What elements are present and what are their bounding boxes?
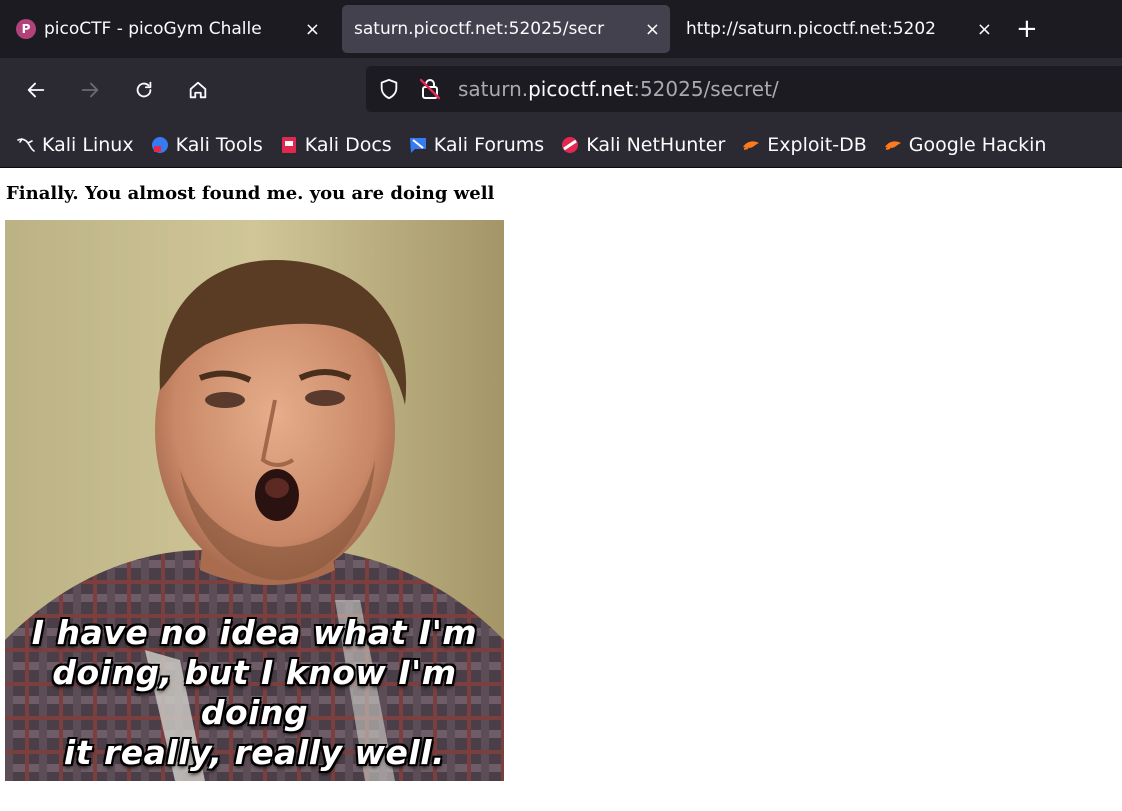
bookmark-kali-linux[interactable]: Kali Linux <box>16 134 134 156</box>
google-hacking-icon <box>884 140 901 150</box>
new-tab-button[interactable]: + <box>1016 16 1038 42</box>
tab-picoctf[interactable]: P picoCTF - picoGym Challe × <box>4 5 330 53</box>
reload-icon <box>136 81 152 98</box>
bookmark-label: Google Hackin <box>908 133 1047 156</box>
meme-gif: I have no idea what I'm doing, but I kno… <box>5 220 504 781</box>
bookmark-label: Exploit-DB <box>767 133 867 156</box>
arrow-left-icon <box>27 82 45 98</box>
bookmark-google-hacking[interactable]: Google Hackin <box>883 133 1047 156</box>
reload-button[interactable] <box>126 72 162 108</box>
close-icon[interactable]: × <box>305 19 320 40</box>
bookmark-exploit-db[interactable]: Exploit-DB <box>741 133 867 156</box>
bookmark-label: Kali Forums <box>433 133 545 156</box>
bookmark-label: Kali NetHunter <box>586 133 726 156</box>
bookmark-label: Kali Tools <box>175 133 263 156</box>
page-content: Finally. You almost found me. you are do… <box>0 169 1122 811</box>
exploit-db-icon <box>743 140 760 150</box>
meme-caption: I have no idea what I'm doing, but I kno… <box>31 613 478 772</box>
tab-title: http://saturn.picoctf.net:5202 <box>686 19 971 39</box>
bookmark-kali-nethunter[interactable]: Kali NetHunter <box>560 134 725 156</box>
page-heading: Finally. You almost found me. you are do… <box>6 183 495 204</box>
forward-button[interactable] <box>72 72 108 108</box>
bookmarks-bar: Kali Linux Kali Tools Kali Docs Kali For… <box>0 122 1122 168</box>
kali-linux-icon <box>17 137 35 152</box>
tab-strip: P picoCTF - picoGym Challe × saturn.pico… <box>0 0 1122 58</box>
tab-secret[interactable]: saturn.picoctf.net:52025/secr × <box>342 5 670 53</box>
tab-http[interactable]: http://saturn.picoctf.net:5202 × <box>674 5 1002 53</box>
tab-title: picoCTF - picoGym Challe <box>44 19 299 39</box>
shield-icon[interactable] <box>378 78 400 100</box>
tab-title: saturn.picoctf.net:52025/secr <box>354 19 639 39</box>
url-path: :52025/secret/ <box>633 77 779 101</box>
bookmark-label: Kali Docs <box>304 133 392 156</box>
bookmark-kali-docs[interactable]: Kali Docs <box>279 134 392 156</box>
arrow-right-icon <box>81 82 99 98</box>
close-icon[interactable]: × <box>977 19 992 40</box>
bookmark-kali-forums[interactable]: Kali Forums <box>408 133 545 156</box>
bookmark-kali-tools[interactable]: Kali Tools <box>150 134 263 156</box>
bookmark-label: Kali Linux <box>42 133 134 156</box>
insecure-lock-icon[interactable] <box>418 77 442 101</box>
kali-nethunter-icon <box>562 136 579 153</box>
back-button[interactable] <box>18 72 54 108</box>
nav-bar: saturn.picoctf.net:52025/secret/ <box>0 58 1122 122</box>
url-prefix: saturn. <box>458 77 529 101</box>
home-icon <box>189 81 207 99</box>
home-button[interactable] <box>180 72 216 108</box>
url-text[interactable]: saturn.picoctf.net:52025/secret/ <box>458 77 779 101</box>
picoctf-icon: P <box>16 19 36 39</box>
kali-tools-icon <box>151 136 168 153</box>
url-bar[interactable]: saturn.picoctf.net:52025/secret/ <box>366 66 1122 112</box>
close-icon[interactable]: × <box>645 19 660 40</box>
url-host: picoctf.net <box>528 77 634 101</box>
kali-forums-icon <box>409 137 426 153</box>
kali-docs-icon <box>281 136 296 153</box>
